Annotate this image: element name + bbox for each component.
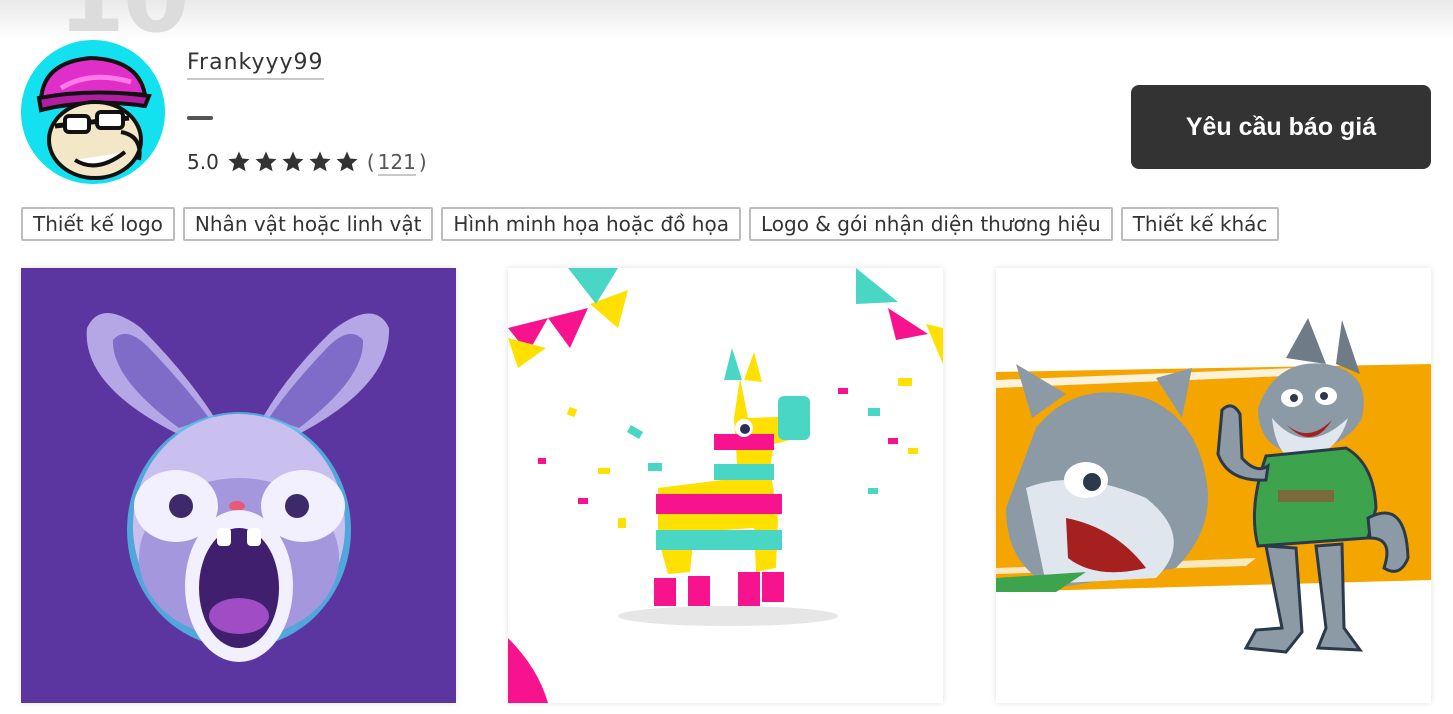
- tag-logo-brand-identity[interactable]: Logo & gói nhận diện thương hiệu: [748, 207, 1113, 241]
- avatar-face-icon: [21, 40, 165, 184]
- rating-score: 5.0: [187, 150, 219, 174]
- wolf-mascot-image: [996, 268, 1431, 703]
- portfolio-item-pinata[interactable]: [508, 268, 943, 703]
- portfolio-item-wolf[interactable]: [996, 268, 1431, 703]
- tag-illustration-graphics[interactable]: Hình minh họa hoặc đồ họa: [441, 207, 741, 241]
- top-fade: [0, 0, 1453, 40]
- star-icon: [309, 151, 331, 172]
- review-count-number[interactable]: 121: [377, 150, 416, 176]
- review-count[interactable]: (121): [367, 150, 427, 176]
- star-rating: [227, 150, 359, 174]
- star-icon: [282, 151, 304, 172]
- star-icon: [228, 151, 250, 172]
- star-icon: [255, 151, 277, 172]
- tag-logo-design[interactable]: Thiết kế logo: [21, 207, 175, 241]
- request-quote-button[interactable]: Yêu cầu báo giá: [1131, 85, 1431, 169]
- tag-character-mascot[interactable]: Nhân vật hoặc linh vật: [182, 207, 434, 241]
- skill-tags: Thiết kế logo Nhân vật hoặc linh vật Hìn…: [21, 207, 1280, 241]
- star-icon: [336, 151, 358, 172]
- rating-row: 5.0 (121): [187, 148, 427, 176]
- designer-name-link[interactable]: Frankyyy99: [187, 50, 324, 80]
- separator-dash: [187, 116, 213, 120]
- purple-bunny-mascot-image: [21, 268, 456, 703]
- tag-other-design[interactable]: Thiết kế khác: [1120, 207, 1280, 241]
- designer-avatar[interactable]: [21, 40, 165, 184]
- portfolio-item-bunny[interactable]: [21, 268, 456, 703]
- pinata-llama-image: [508, 268, 943, 703]
